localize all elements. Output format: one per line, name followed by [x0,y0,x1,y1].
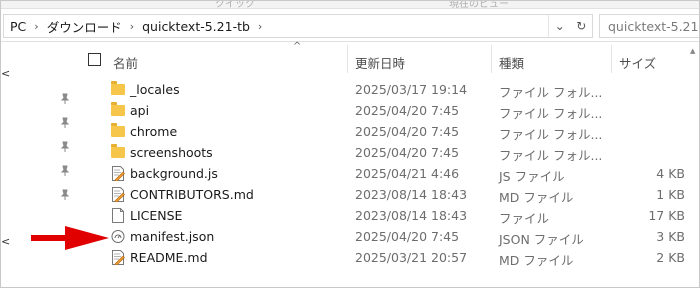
file-date: 2025/04/20 7:45 [355,145,460,160]
pin-icon[interactable] [59,117,71,129]
folder-icon [111,102,125,116]
address-dropdown-icon[interactable]: ⌄ [549,15,571,37]
file-size: 4 KB [656,166,685,181]
folder-icon [111,81,125,95]
vertical-scrollbar[interactable]: ▲ [688,45,698,275]
sort-ascending-icon: ^ [293,41,302,52]
folder-icon [111,144,125,158]
file-date: 2023/08/14 18:43 [355,208,468,223]
file-type: JS ファイル [499,169,565,184]
file-type: MD ファイル [499,253,574,268]
file-row[interactable]: api 2025/04/20 7:45 ファイル フォル... [79,100,691,121]
file-type: ファイル フォル... [499,148,603,163]
pin-icon[interactable] [59,189,71,201]
file-row[interactable]: manifest.json 2025/04/20 7:45 JSON ファイル … [79,226,691,247]
ribbon-label-view: 現在のビュー [449,0,509,10]
pin-icon[interactable] [59,141,71,153]
file-name: LICENSE [130,208,183,223]
refresh-icon[interactable]: ↻ [571,15,593,37]
file-name: CONTRIBUTORS.md [130,187,254,202]
file-type: ファイル フォル... [499,106,603,121]
ribbon-strip: クイック 現在のビュー [1,0,699,10]
address-actions: ⌄ ↻ [548,15,592,37]
red-arrow-annotation [31,226,109,250]
navigation-pane: < < [1,43,79,287]
md-file-icon [112,187,125,202]
breadcrumb-downloads[interactable]: ダウンロード [47,17,122,36]
nav-expand-icon[interactable]: < [1,67,10,80]
file-name: manifest.json [130,229,215,244]
file-date: 2025/03/17 19:14 [355,82,468,97]
blank-file-icon [112,208,124,223]
explorer-window: クイック 現在のビュー PC › ダウンロード › quicktext-5.21… [0,0,700,288]
search-placeholder: quicktext-5.21- [608,18,700,34]
file-size: 3 KB [656,229,685,244]
column-divider[interactable] [347,45,348,73]
file-name: screenshoots [130,145,213,160]
breadcrumb-current-folder[interactable]: quicktext-5.21-tb [142,19,250,34]
file-row[interactable]: screenshoots 2025/04/20 7:45 ファイル フォル... [79,142,691,163]
column-divider[interactable] [611,45,612,73]
file-row[interactable]: _locales 2025/03/17 19:14 ファイル フォル... [79,79,691,100]
column-header-type[interactable]: 種類 [499,53,524,72]
file-date: 2025/03/21 20:57 [355,250,468,265]
breadcrumb-separator-icon[interactable]: › [34,20,38,33]
address-bar[interactable]: PC › ダウンロード › quicktext-5.21-tb › ⌄ ↻ [3,14,593,38]
column-header-name[interactable]: 名前 [113,53,138,72]
select-all-checkbox[interactable] [88,53,101,66]
js-file-icon [112,166,125,181]
column-header-size[interactable]: サイズ [619,53,656,72]
breadcrumb-pc[interactable]: PC [10,19,26,34]
file-row[interactable]: README.md 2025/03/21 20:57 MD ファイル 2 KB [79,247,691,268]
file-type: ファイル [499,211,550,226]
folder-icon [111,123,125,137]
file-date: 2025/04/21 4:46 [355,166,460,181]
file-type: ファイル フォル... [499,85,603,100]
md-file-icon [112,250,125,265]
file-name: api [130,103,150,118]
pin-icon[interactable] [59,93,71,105]
file-size: 2 KB [656,250,685,265]
search-input[interactable]: quicktext-5.21- [599,14,700,38]
file-size: 17 KB [648,208,685,223]
file-name: chrome [130,124,178,139]
column-header-date[interactable]: 更新日時 [355,53,405,72]
pin-icon[interactable] [59,165,71,177]
file-type: JSON ファイル [499,232,584,247]
file-size: 1 KB [656,187,685,202]
file-row[interactable]: CONTRIBUTORS.md 2023/08/14 18:43 MD ファイル… [79,184,691,205]
scroll-up-icon[interactable]: ▲ [690,47,695,55]
file-date: 2025/04/20 7:45 [355,103,460,118]
file-type: MD ファイル [499,190,574,205]
file-name: README.md [130,250,208,265]
address-row: PC › ダウンロード › quicktext-5.21-tb › ⌄ ↻ qu… [1,10,700,42]
file-list: _locales 2025/03/17 19:14 ファイル フォル... ap… [79,79,691,268]
column-divider[interactable] [491,45,492,73]
ribbon-label-quick: クイック [215,0,255,10]
column-header-row: ^ 名前 更新日時 種類 サイズ [79,41,699,75]
file-date: 2023/08/14 18:43 [355,187,468,202]
file-row[interactable]: chrome 2025/04/20 7:45 ファイル フォル... [79,121,691,142]
nav-expand-icon[interactable]: < [1,235,10,248]
file-row[interactable]: LICENSE 2023/08/14 18:43 ファイル 17 KB [79,205,691,226]
file-row[interactable]: background.js 2025/04/21 4:46 JS ファイル 4 … [79,163,691,184]
json-file-icon [111,230,125,243]
file-date: 2025/04/20 7:45 [355,124,460,139]
breadcrumb-separator-icon[interactable]: › [130,20,134,33]
file-name: _locales [130,82,180,97]
file-name: background.js [130,166,218,181]
breadcrumb-separator-icon[interactable]: › [258,20,262,33]
file-type: ファイル フォル... [499,127,603,142]
file-date: 2025/04/20 7:45 [355,229,460,244]
